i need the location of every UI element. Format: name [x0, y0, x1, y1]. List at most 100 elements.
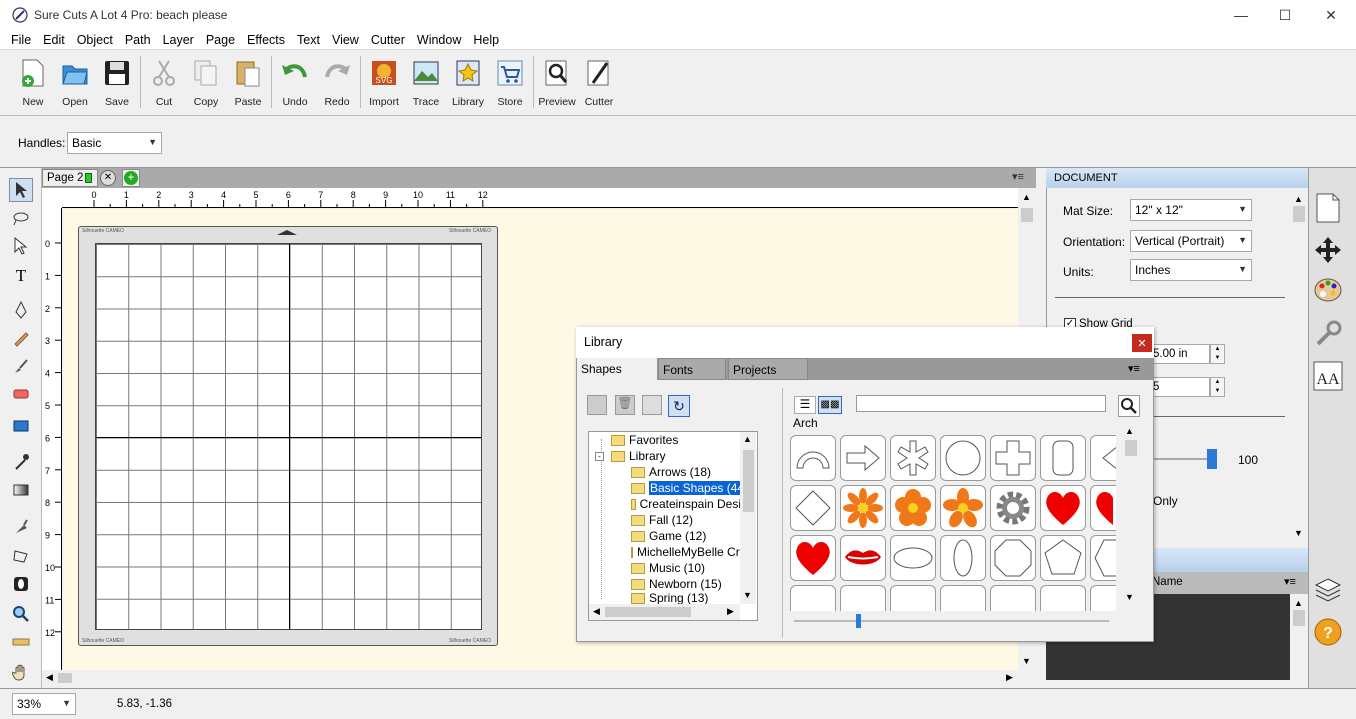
shape-heart[interactable]: [1040, 485, 1086, 531]
list-view-icon[interactable]: ☰: [794, 396, 816, 414]
gradient-tool-icon[interactable]: [9, 478, 33, 502]
document-panel-icon[interactable]: [1312, 192, 1344, 224]
shapes-vertical-scrollbar[interactable]: ▲ ▼: [1122, 424, 1138, 608]
shape-oval-vertical[interactable]: [940, 535, 986, 581]
shape-pentagon[interactable]: [1040, 535, 1086, 581]
menu-text[interactable]: Text: [291, 33, 326, 47]
shape-lips[interactable]: [840, 535, 886, 581]
shape-flower-orange-1[interactable]: [840, 485, 886, 531]
document-panel-scrollbar[interactable]: ▲ ▼: [1291, 192, 1307, 544]
grid-size-stepper[interactable]: ▲ ▼: [1210, 344, 1225, 364]
menu-object[interactable]: Object: [71, 33, 119, 47]
pen-tool-icon[interactable]: [9, 298, 33, 322]
opacity-slider-thumb[interactable]: [1207, 449, 1217, 469]
color-palette-icon[interactable]: [1312, 274, 1344, 306]
scroll-right-icon[interactable]: ▶: [727, 606, 734, 617]
tree-item-game[interactable]: Game (12): [631, 528, 706, 544]
shape-cross[interactable]: [990, 435, 1036, 481]
help-icon[interactable]: ?: [1312, 616, 1344, 648]
close-page-icon[interactable]: ✕: [100, 170, 116, 186]
menu-path[interactable]: Path: [119, 33, 157, 47]
tree-item-favorites[interactable]: Favorites: [611, 432, 678, 448]
shape-row4-3[interactable]: [890, 585, 936, 611]
shape-gear[interactable]: [990, 485, 1036, 531]
tree-item-library[interactable]: Library: [611, 448, 666, 464]
wrench-settings-icon[interactable]: [1312, 318, 1344, 350]
trace-button[interactable]: Trace: [405, 50, 447, 112]
scroll-down-icon[interactable]: ▼: [1022, 656, 1031, 666]
copy-button[interactable]: Copy: [185, 50, 227, 112]
cutter-button[interactable]: Cutter: [578, 50, 620, 112]
tab-projects[interactable]: Projects: [728, 358, 808, 380]
menu-view[interactable]: View: [326, 33, 365, 47]
scroll-left-icon[interactable]: ◀: [46, 672, 53, 683]
minimize-button[interactable]: —: [1218, 0, 1264, 30]
scroll-up-icon[interactable]: ▲: [1125, 426, 1134, 436]
orientation-select[interactable]: Vertical (Portrait) ▼: [1130, 230, 1252, 252]
shape-row4-6[interactable]: [1040, 585, 1086, 611]
scroll-up-icon[interactable]: ▲: [1294, 194, 1303, 204]
tree-item-newborn[interactable]: Newborn (15): [631, 576, 722, 592]
shape-row4-2[interactable]: [840, 585, 886, 611]
menu-page[interactable]: Page: [200, 33, 241, 47]
tree-item-spring[interactable]: Spring (13): [631, 592, 708, 604]
knife-tool-icon[interactable]: [9, 514, 33, 538]
opacity-slider-track[interactable]: [1150, 458, 1210, 460]
shape-partial[interactable]: [1090, 435, 1116, 481]
menu-effects[interactable]: Effects: [241, 33, 291, 47]
menu-file[interactable]: File: [5, 33, 37, 47]
text-tool-icon[interactable]: T: [9, 264, 33, 288]
shape-rounded-rectangle[interactable]: [1040, 435, 1086, 481]
shape-search-input[interactable]: [856, 395, 1106, 412]
tree-item-arrows[interactable]: Arrows (18): [631, 464, 711, 480]
zoom-select[interactable]: 33% ▼: [12, 693, 76, 715]
menu-cutter[interactable]: Cutter: [365, 33, 411, 47]
page-menu-icon[interactable]: ▾≡: [1012, 170, 1024, 183]
zoom-tool-icon[interactable]: [9, 602, 33, 626]
scroll-up-icon[interactable]: ▲: [743, 434, 752, 444]
thumbnail-size-slider-track[interactable]: [794, 620, 1109, 622]
mat-size-select[interactable]: 12" x 12" ▼: [1130, 199, 1252, 221]
import-shape-icon[interactable]: [642, 395, 662, 415]
eyedropper-tool-icon[interactable]: [9, 450, 33, 474]
shape-flower-orange-2[interactable]: [890, 485, 936, 531]
shape-arrow[interactable]: [840, 435, 886, 481]
new-folder-icon[interactable]: [587, 395, 607, 415]
page-tab[interactable]: Page 2: [42, 169, 98, 187]
store-button[interactable]: Store: [489, 50, 531, 112]
tree-item-basic-shapes[interactable]: Basic Shapes (44): [631, 480, 750, 496]
shape-row4-5[interactable]: [990, 585, 1036, 611]
select-tool-icon[interactable]: [9, 178, 33, 202]
shape-asterisk[interactable]: [890, 435, 936, 481]
new-button[interactable]: New: [12, 50, 54, 112]
grid-size-input[interactable]: 5.00 in: [1150, 344, 1210, 364]
import-button[interactable]: SVG Import: [363, 50, 405, 112]
transform-tool-icon[interactable]: [9, 544, 33, 568]
scroll-down-icon[interactable]: ▼: [743, 590, 752, 600]
shape-row4-1[interactable]: [790, 585, 836, 611]
node-edit-tool-icon[interactable]: [9, 234, 33, 258]
tree-item-fall[interactable]: Fall (12): [631, 512, 693, 528]
trash-icon[interactable]: 🗑: [615, 395, 635, 415]
scroll-right-icon[interactable]: ▶: [1006, 672, 1013, 683]
layers-menu-icon[interactable]: ▾≡: [1284, 575, 1296, 588]
text-style-icon[interactable]: AA: [1312, 360, 1344, 392]
shape-oval-horizontal[interactable]: [890, 535, 936, 581]
tree-item-music[interactable]: Music (10): [631, 560, 705, 576]
shape-octagon[interactable]: [990, 535, 1036, 581]
menu-layer[interactable]: Layer: [157, 33, 200, 47]
shape-flower-orange-3[interactable]: [940, 485, 986, 531]
library-button[interactable]: Library: [447, 50, 489, 112]
maximize-button[interactable]: ☐: [1262, 0, 1308, 30]
move-transform-icon[interactable]: [1312, 234, 1344, 266]
scroll-thumb[interactable]: [1021, 208, 1033, 222]
tab-shapes[interactable]: Shapes: [577, 358, 657, 380]
handles-select[interactable]: Basic ▼: [67, 132, 162, 154]
library-menu-icon[interactable]: ▾≡: [1128, 362, 1140, 375]
shape-heart-partial[interactable]: [1090, 485, 1116, 531]
scroll-left-icon[interactable]: ◀: [593, 606, 600, 617]
collapse-icon[interactable]: -: [595, 452, 604, 461]
scroll-thumb[interactable]: [605, 607, 691, 617]
layers-stack-icon[interactable]: [1312, 574, 1344, 606]
cut-button[interactable]: Cut: [143, 50, 185, 112]
